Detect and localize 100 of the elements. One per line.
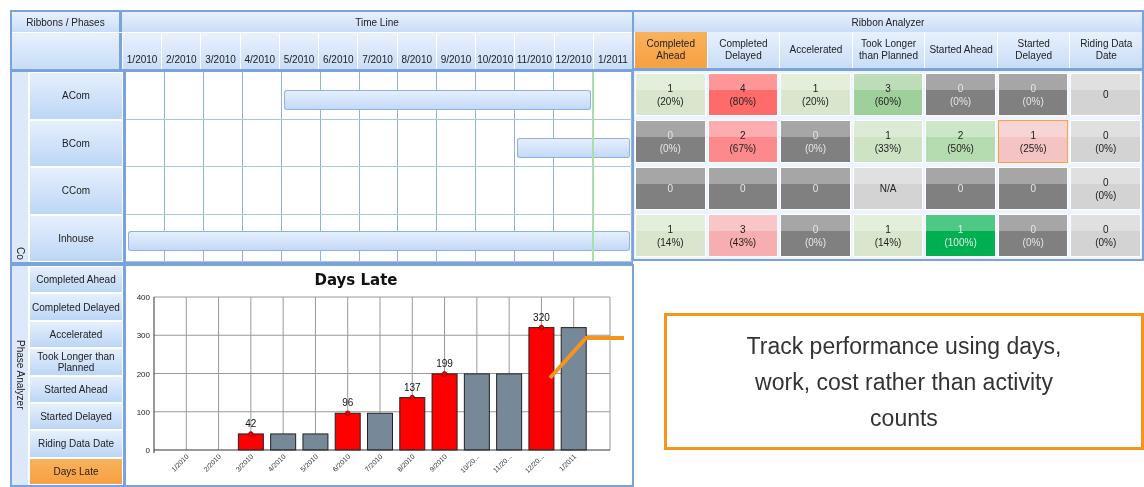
status-cell[interactable]: 1 (20%) (635, 73, 706, 116)
percent-text: (0%) (1022, 94, 1044, 108)
percent-text: (0%) (1022, 235, 1044, 249)
count-text: 0 (1030, 222, 1036, 236)
column-tab[interactable]: Riding Data Date (1069, 32, 1143, 68)
count-text: 2 (957, 128, 964, 142)
gantt-bar-segment (554, 90, 592, 110)
status-cell[interactable]: N/A (852, 167, 924, 210)
list-item[interactable]: Started Ahead (29, 375, 123, 403)
count-text: 3 (740, 222, 746, 236)
list-item[interactable]: Accelerated (29, 320, 123, 349)
count-text: 0 (667, 182, 674, 195)
column-tab[interactable]: Took Longer than Planned (851, 32, 925, 68)
status-cell[interactable]: 0 (1070, 73, 1142, 116)
count-text: 1 (667, 81, 674, 95)
data-point (538, 324, 545, 331)
month-header: 12/2010 (553, 33, 593, 69)
percent-text: (25%) (1019, 141, 1047, 155)
list-item[interactable]: Completed Delayed (29, 293, 123, 321)
count-text: 1 (885, 222, 891, 236)
percent-text: (14%) (656, 235, 684, 249)
chart-bar (367, 412, 393, 451)
status-cell[interactable]: 1 (14%) (852, 214, 924, 257)
status-cell[interactable]: 1 (14%) (635, 214, 706, 257)
percent-text: (0%) (804, 235, 826, 249)
percent-text: (0%) (1095, 235, 1117, 249)
month-header: 1/2010 (122, 33, 162, 69)
percent-text: (20%) (656, 94, 684, 108)
month-header: 1/2011 (592, 33, 633, 69)
data-label: 199 (436, 357, 453, 369)
status-cell[interactable]: 1 (20%) (780, 73, 851, 116)
percent-text: (80%) (729, 94, 757, 108)
percent-text: (14%) (874, 235, 902, 249)
count-text: 3 (885, 81, 891, 95)
count-text: 1 (812, 81, 819, 95)
count-text: 0 (667, 128, 674, 142)
list-item[interactable]: Completed Ahead (29, 266, 123, 294)
ribbon-button[interactable]: ACom (29, 72, 123, 120)
count-text: 2 (740, 128, 746, 142)
month-header: 11/2010 (514, 33, 554, 69)
column-tab[interactable]: Completed Ahead (634, 32, 707, 68)
percent-text: (0%) (950, 94, 972, 108)
count-text: 1 (957, 222, 964, 236)
count-text: 0 (1030, 81, 1036, 95)
ribbon-button[interactable]: BCom (29, 119, 123, 167)
column-tab[interactable]: Completed Delayed (706, 32, 780, 68)
percent-text: (20%) (802, 94, 829, 108)
column-tab[interactable]: Started Ahead (924, 32, 997, 68)
panel-title: Ribbon Analyzer (634, 12, 1142, 32)
column-tab[interactable]: Started Delayed (996, 32, 1070, 68)
count-text: 0 (1102, 222, 1109, 236)
status-cell[interactable]: 0 (0%) (1070, 167, 1142, 210)
count-text: 0 (957, 182, 964, 195)
status-cell[interactable]: 1 (33%) (852, 120, 924, 163)
data-label: 96 (342, 397, 354, 409)
column-tab[interactable]: Accelerated (779, 32, 852, 68)
status-cell[interactable]: 2 (50%) (925, 120, 996, 163)
month-header: 10/2010 (475, 33, 515, 69)
count-text: 0 (1102, 128, 1109, 142)
ribbon-button[interactable]: Inhouse (29, 214, 123, 262)
month-header: 9/2010 (435, 33, 476, 69)
percent-text: (0%) (1095, 141, 1117, 155)
percent-text: (0%) (804, 141, 826, 155)
status-cell[interactable]: 4 (80%) (707, 73, 779, 116)
count-text: 0 (1102, 88, 1109, 101)
axis-tick-label: 100 (136, 407, 150, 417)
axis-tick-label: 0 (145, 446, 150, 455)
chart-title: Days Late (314, 271, 398, 289)
status-cell[interactable]: 3 (60%) (852, 73, 924, 116)
list-item[interactable]: Riding Data Date (29, 430, 123, 458)
data-point (248, 431, 254, 437)
callout-text: Track performance using days, work, cost rather than activity counts (745, 331, 1063, 433)
list-item[interactable]: Took Longer than Planned (29, 348, 123, 376)
percent-text: (0%) (1095, 188, 1117, 202)
status-cell[interactable]: 0 (0%) (1070, 120, 1142, 163)
count-text: 1 (1030, 128, 1036, 142)
status-cell[interactable]: 0 (0%) (1070, 214, 1142, 257)
month-header: 2/2010 (161, 33, 201, 69)
data-point (441, 371, 448, 377)
count-text: 0 (957, 81, 964, 95)
count-text: 0 (812, 182, 819, 195)
axis-tick-label: 300 (136, 331, 150, 341)
list-item[interactable]: Days Late (29, 457, 123, 485)
status-cell[interactable]: 3 (43%) (707, 214, 779, 257)
axis-tick-label: 200 (136, 369, 150, 379)
count-text: 0 (740, 182, 746, 195)
status-cell[interactable]: 1 (25%) (997, 120, 1069, 163)
count-text: 0 (1102, 175, 1109, 189)
axis-tick-label: 400 (136, 293, 150, 302)
chart-bar (334, 412, 361, 451)
status-cell[interactable]: 2 (67%) (707, 120, 779, 163)
count-text: 0 (812, 222, 819, 236)
ribbon-button[interactable]: CCom (29, 167, 123, 215)
percent-text: (60%) (874, 94, 902, 108)
list-item[interactable]: Started Delayed (29, 402, 123, 431)
data-label: 42 (245, 417, 257, 429)
month-header: 3/2010 (200, 33, 240, 69)
data-label: 320 (533, 311, 550, 323)
count-text: 0 (1030, 182, 1036, 195)
data-point (345, 410, 351, 416)
